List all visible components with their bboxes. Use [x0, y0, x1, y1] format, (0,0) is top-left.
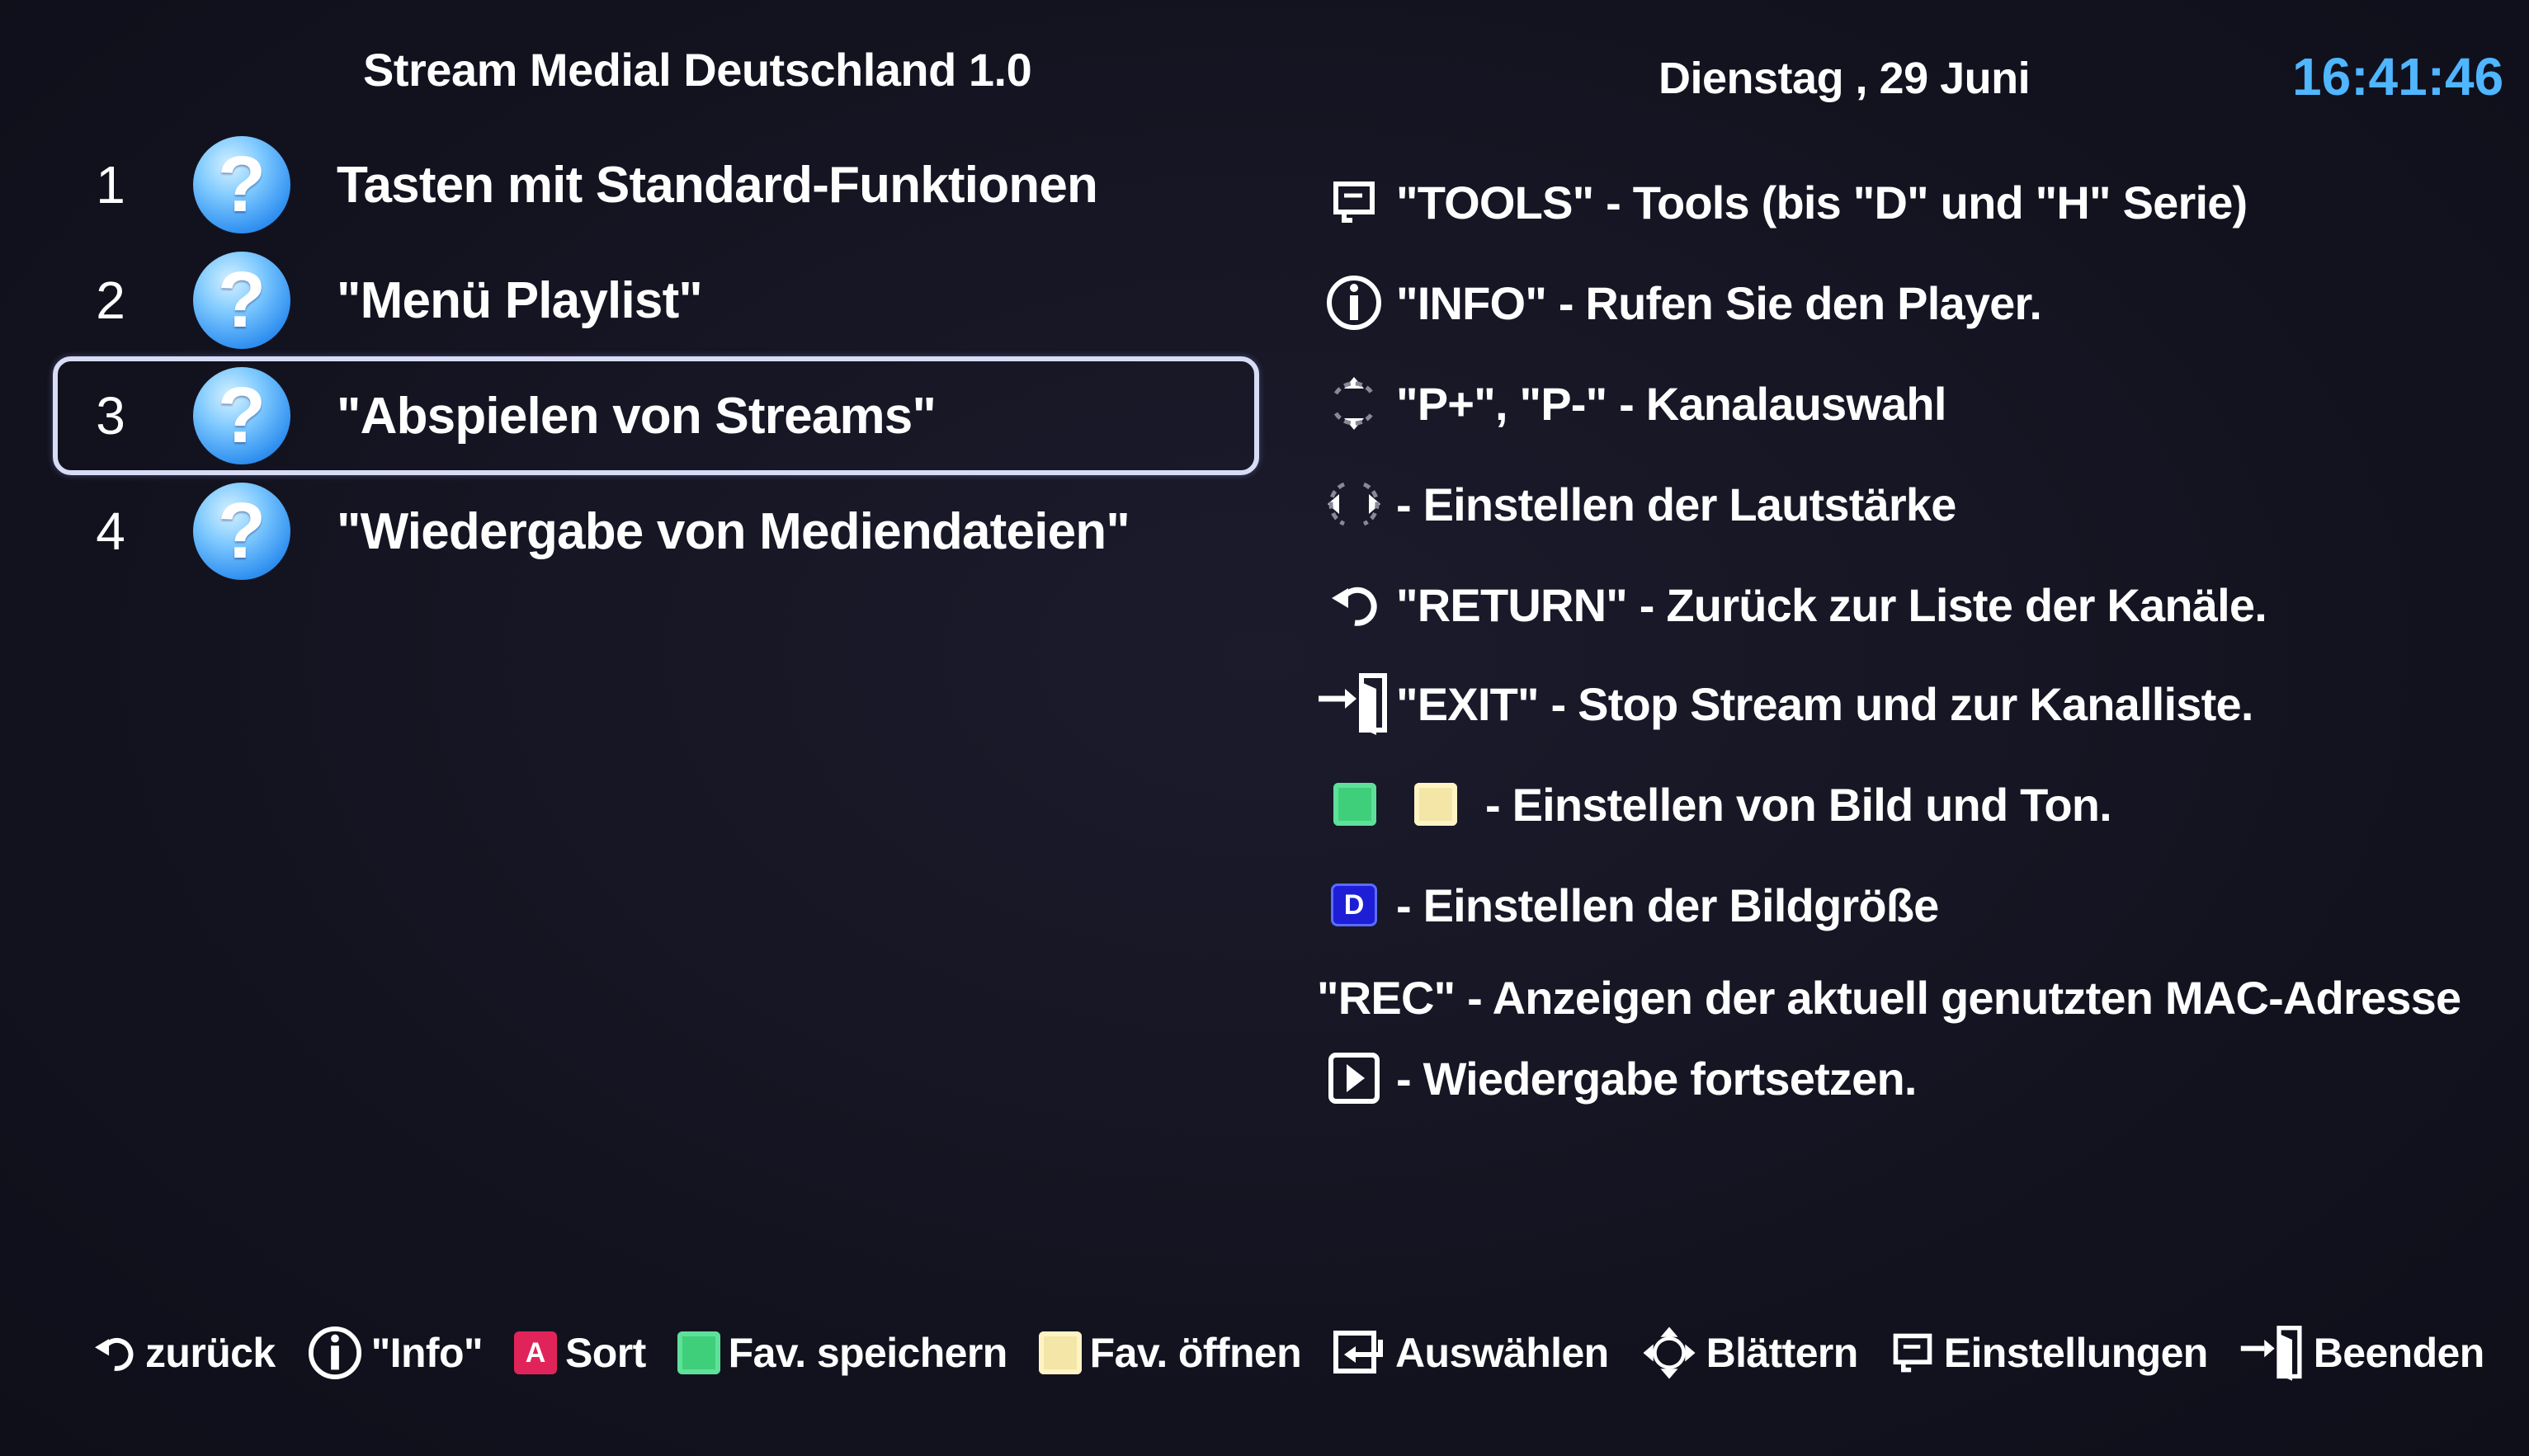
help-icon: ? [193, 252, 290, 349]
footer-info-button[interactable]: "Info" [307, 1324, 484, 1382]
help-row-channel: "P+", "P-" - Kanalauswahl [1317, 366, 1946, 441]
help-text: "RETURN" - Zurück zur Liste der Kanäle. [1396, 578, 2267, 631]
green-key-icon [1317, 767, 1393, 841]
return-icon [1317, 568, 1391, 642]
help-row-picture-size: D - Einstellen der Bildgröße [1317, 868, 1939, 942]
footer-label: Auswählen [1395, 1330, 1609, 1376]
navigate-icon [1640, 1324, 1698, 1382]
footer-label: Fav. speichern [728, 1330, 1008, 1376]
footer-exit-button[interactable]: Beenden [2239, 1324, 2484, 1382]
menu-item-4[interactable]: 4 ? "Wiedergabe von Mediendateien" [53, 472, 1259, 591]
enter-icon [1333, 1324, 1387, 1382]
red-a-key-icon: A [514, 1324, 558, 1382]
green-b-key-icon: B [677, 1324, 720, 1382]
help-text: - Wiedergabe fortsetzen. [1396, 1052, 1917, 1105]
footer-label: "Info" [370, 1330, 484, 1376]
exit-icon [2239, 1324, 2305, 1382]
footer-fav-save-button[interactable]: B Fav. speichern [677, 1324, 1007, 1382]
menu-item-2[interactable]: 2 ? "Menü Playlist" [53, 241, 1259, 360]
yellow-c-key-icon: C [1038, 1324, 1082, 1382]
help-text: "EXIT" - Stop Stream und zur Kanalliste. [1396, 677, 2253, 730]
footer-label: Fav. öffnen [1089, 1330, 1302, 1376]
help-text: "INFO" - Rufen Sie den Player. [1396, 276, 2042, 329]
volume-left-right-icon [1317, 467, 1391, 541]
d-key-icon: D [1317, 868, 1391, 942]
help-text: - Einstellen der Bildgröße [1396, 879, 1939, 931]
exit-icon [1317, 667, 1391, 741]
help-icon: ? [193, 483, 290, 580]
return-icon [91, 1324, 137, 1382]
footer-sort-button[interactable]: A Sort [514, 1324, 646, 1382]
channel-up-down-icon [1317, 366, 1391, 441]
key-label: A [514, 1331, 558, 1374]
help-text: - Einstellen von Bild und Ton. [1485, 778, 2112, 831]
help-icon: ? [193, 367, 290, 464]
help-row-volume: - Einstellen der Lautstärke [1317, 467, 1956, 541]
help-text: "P+", "P-" - Kanalauswahl [1396, 377, 1946, 430]
footer-label: Beenden [2313, 1330, 2485, 1376]
help-row-return: "RETURN" - Zurück zur Liste der Kanäle. [1317, 568, 2267, 642]
help-text: - Einstellen der Lautstärke [1396, 478, 1956, 530]
footer-bar: zurück "Info" A Sort B Fav. speichern C … [91, 1312, 2508, 1394]
menu-item-label: "Wiedergabe von Mediendateien" [337, 502, 1130, 560]
help-row-exit: "EXIT" - Stop Stream und zur Kanalliste. [1317, 667, 2253, 741]
header-time: 16:41:46 [2292, 47, 2504, 106]
menu-item-label: "Abspielen von Streams" [337, 387, 937, 445]
footer-select-button[interactable]: Auswählen [1333, 1324, 1609, 1382]
footer-label: Blättern [1706, 1330, 1859, 1376]
menu-item-label: "Menü Playlist" [337, 271, 703, 329]
footer-label: Sort [565, 1330, 646, 1376]
menu-item-number: 1 [96, 155, 125, 214]
key-label: B [677, 1331, 720, 1374]
help-text: "TOOLS" - Tools (bis "D" und "H" Serie) [1396, 176, 2248, 229]
info-icon [307, 1324, 363, 1382]
footer-scroll-button[interactable]: Blättern [1640, 1324, 1858, 1382]
help-row-rec: "REC" - Anzeigen der aktuell genutzten M… [1317, 960, 2461, 1034]
tools-icon [1317, 165, 1391, 239]
menu-item-number: 2 [96, 271, 125, 330]
play-icon [1317, 1041, 1391, 1115]
footer-fav-open-button[interactable]: C Fav. öffnen [1038, 1324, 1302, 1382]
menu-item-number: 3 [96, 386, 125, 445]
footer-label: Einstellungen [1943, 1330, 2209, 1376]
menu-item-3[interactable]: 3 ? "Abspielen von Streams" [53, 356, 1259, 475]
help-row-picture-sound: - Einstellen von Bild und Ton. [1317, 767, 2112, 841]
footer-settings-button[interactable]: Einstellungen [1890, 1324, 2208, 1382]
key-label: C [1038, 1331, 1082, 1374]
help-row-tools: "TOOLS" - Tools (bis "D" und "H" Serie) [1317, 165, 2248, 239]
footer-label: zurück [145, 1330, 276, 1376]
tools-icon [1890, 1324, 1936, 1382]
app-title: Stream Medial Deutschland 1.0 [363, 44, 1032, 96]
help-icon: ? [193, 136, 290, 233]
footer-back-button[interactable]: zurück [91, 1324, 276, 1382]
help-text: "REC" - Anzeigen der aktuell genutzten M… [1317, 971, 2461, 1024]
help-row-info: "INFO" - Rufen Sie den Player. [1317, 266, 2042, 340]
header-date: Dienstag , 29 Juni [1658, 54, 2031, 103]
yellow-key-icon [1398, 767, 1474, 841]
menu-item-1[interactable]: 1 ? Tasten mit Standard-Funktionen [53, 125, 1259, 244]
info-icon [1317, 266, 1391, 340]
menu-item-label: Tasten mit Standard-Funktionen [337, 156, 1098, 214]
d-key-label: D [1331, 883, 1377, 926]
menu-item-number: 4 [96, 502, 125, 561]
help-row-play: - Wiedergabe fortsetzen. [1317, 1041, 1917, 1115]
